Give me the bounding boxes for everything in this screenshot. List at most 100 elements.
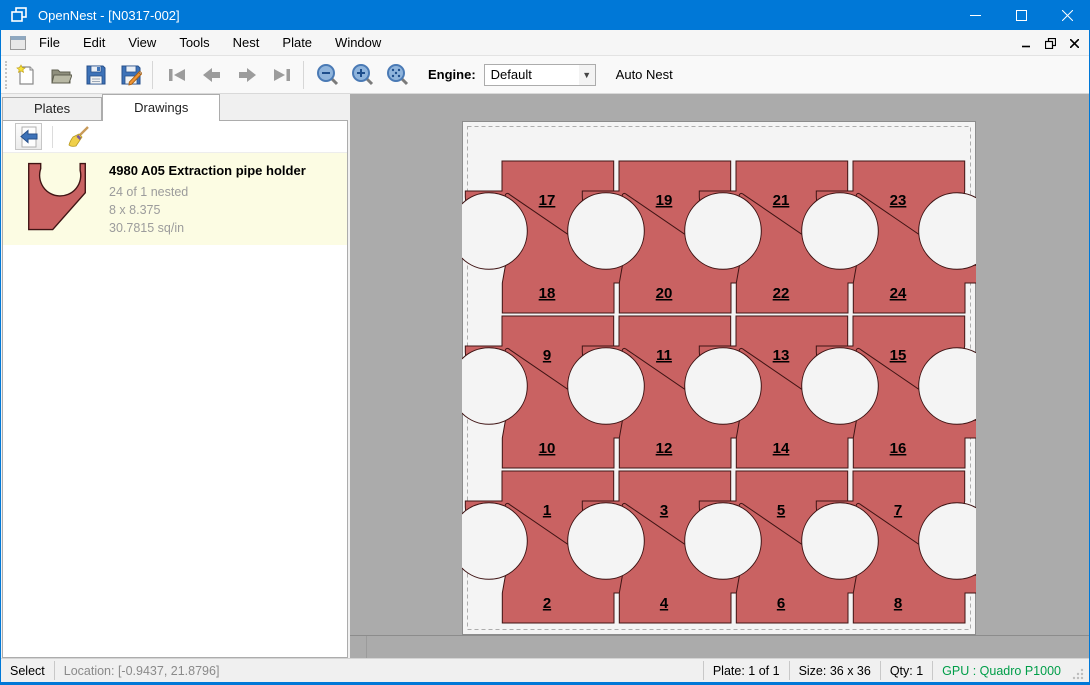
part-number-label: 18 xyxy=(539,285,556,302)
menu-item-edit[interactable]: Edit xyxy=(73,30,115,56)
nesting-canvas[interactable]: 171921231820222491113151012141613572468 xyxy=(350,94,1089,658)
part-number-label: 12 xyxy=(656,440,673,457)
menu-item-window[interactable]: Window xyxy=(325,30,391,56)
save-icon xyxy=(85,64,107,86)
status-separator xyxy=(880,661,881,680)
previous-plate-button[interactable] xyxy=(196,59,228,91)
toolbar-separator xyxy=(303,61,304,89)
part-cutout xyxy=(568,503,645,580)
plate-view[interactable]: 171921231820222491113151012141613572468 xyxy=(462,121,976,635)
close-button[interactable] xyxy=(1044,0,1090,30)
zoom-fit-icon xyxy=(386,63,410,87)
drawing-list-item[interactable]: 4980 A05 Extraction pipe holder 24 of 1 … xyxy=(3,153,347,245)
part-cutout xyxy=(802,503,879,580)
status-separator xyxy=(789,661,790,680)
menu-item-view[interactable]: View xyxy=(118,30,166,56)
panel-toolbar xyxy=(3,121,347,153)
window-title: OpenNest - [N0317-002] xyxy=(38,8,180,23)
part-number-label: 2 xyxy=(543,595,551,612)
drawing-area: 30.7815 sq/in xyxy=(109,219,306,237)
window-border xyxy=(0,0,1,685)
import-drawing-button[interactable] xyxy=(15,123,42,150)
minimize-button[interactable] xyxy=(952,0,998,30)
part-number-label: 10 xyxy=(539,440,556,457)
nested-parts-group: 171921231820222491113151012141613572468 xyxy=(462,161,976,623)
part-number-label: 8 xyxy=(894,595,902,612)
chevron-down-icon[interactable]: ▼ xyxy=(579,65,595,85)
status-qty: Qty: 1 xyxy=(890,664,923,678)
drawing-title: 4980 A05 Extraction pipe holder xyxy=(109,163,306,178)
status-separator xyxy=(932,661,933,680)
zoom-in-button[interactable] xyxy=(347,59,379,91)
drawing-thumbnail xyxy=(17,161,97,233)
last-plate-button[interactable] xyxy=(266,59,298,91)
maximize-button[interactable] xyxy=(998,0,1044,30)
new-file-button[interactable] xyxy=(10,59,42,91)
app-icon xyxy=(11,7,29,23)
status-separator xyxy=(54,661,55,680)
clear-drawings-button[interactable] xyxy=(65,123,92,150)
zoom-in-icon xyxy=(351,63,375,87)
part-number-label: 1 xyxy=(543,502,551,519)
status-gpu: GPU : Quadro P1000 xyxy=(942,664,1061,678)
first-arrow-icon xyxy=(166,64,188,86)
zoom-out-button[interactable] xyxy=(312,59,344,91)
part-cutout xyxy=(802,193,879,270)
engine-label: Engine: xyxy=(428,67,476,82)
part-number-label: 11 xyxy=(656,347,672,364)
new-file-icon xyxy=(15,64,37,86)
last-arrow-icon xyxy=(271,64,293,86)
part-number-label: 13 xyxy=(773,347,790,364)
part-number-label: 7 xyxy=(894,502,902,519)
drawing-nested-count: 24 of 1 nested xyxy=(109,183,306,201)
part-number-label: 6 xyxy=(777,595,785,612)
part-cutout xyxy=(685,348,762,425)
panel-toolbar-separator xyxy=(52,126,53,148)
auto-nest-button[interactable]: Auto Nest xyxy=(610,64,679,85)
next-plate-button[interactable] xyxy=(231,59,263,91)
open-file-button[interactable] xyxy=(45,59,77,91)
document-icon[interactable] xyxy=(10,36,26,50)
part-number-label: 3 xyxy=(660,502,668,519)
save-as-button[interactable] xyxy=(115,59,147,91)
part-cutout xyxy=(568,193,645,270)
part-number-label: 5 xyxy=(777,502,785,519)
menu-item-file[interactable]: File xyxy=(29,30,70,56)
part-cutout xyxy=(685,503,762,580)
status-plate-count: Plate: 1 of 1 xyxy=(713,664,780,678)
toolbar-grip[interactable] xyxy=(5,61,7,89)
canvas-scrollbar-edge xyxy=(350,635,1089,636)
part-number-label: 24 xyxy=(890,285,907,302)
menu-bar: FileEditViewToolsNestPlateWindow xyxy=(1,30,1089,56)
save-button[interactable] xyxy=(80,59,112,91)
previous-arrow-icon xyxy=(201,64,223,86)
part-number-label: 17 xyxy=(539,192,556,209)
import-arrow-icon xyxy=(18,126,40,148)
engine-select[interactable]: Default ▼ xyxy=(484,64,596,86)
resize-grip[interactable] xyxy=(1071,667,1085,681)
mdi-minimize-button[interactable] xyxy=(1017,34,1035,52)
drawings-panel: 4980 A05 Extraction pipe holder 24 of 1 … xyxy=(2,120,348,658)
zoom-fit-button[interactable] xyxy=(382,59,414,91)
zoom-out-icon xyxy=(316,63,340,87)
menu-item-nest[interactable]: Nest xyxy=(223,30,270,56)
menu-item-tools[interactable]: Tools xyxy=(169,30,219,56)
part-cutout xyxy=(568,348,645,425)
mdi-restore-button[interactable] xyxy=(1041,34,1059,52)
tab-plates[interactable]: Plates xyxy=(2,97,102,121)
tab-drawings[interactable]: Drawings xyxy=(102,94,220,121)
status-bar: Select Location: [-0.9437, 21.8796] Plat… xyxy=(1,658,1089,682)
side-panel: PlatesDrawings xyxy=(1,94,350,658)
first-plate-button[interactable] xyxy=(161,59,193,91)
part-number-label: 4 xyxy=(660,595,669,612)
mdi-close-button[interactable] xyxy=(1065,34,1083,52)
next-arrow-icon xyxy=(236,64,258,86)
part-number-label: 14 xyxy=(773,440,790,457)
title-bar: OpenNest - [N0317-002] xyxy=(0,0,1090,30)
status-mode: Select xyxy=(10,664,45,678)
menu-item-plate[interactable]: Plate xyxy=(272,30,322,56)
part-number-label: 22 xyxy=(773,285,790,302)
part-cutout xyxy=(802,348,879,425)
part-number-label: 16 xyxy=(890,440,907,457)
part-cutout xyxy=(685,193,762,270)
